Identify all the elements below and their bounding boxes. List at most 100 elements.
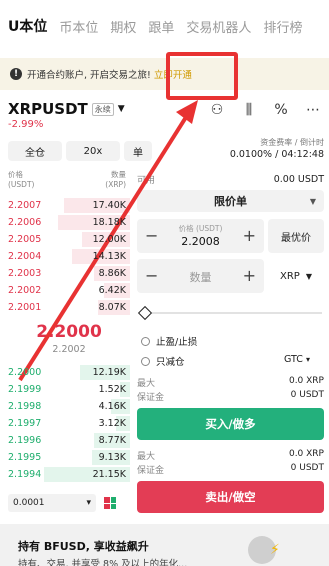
bid-price: 2.1995 xyxy=(8,452,42,463)
ask-row[interactable]: 2.2004 14.13K xyxy=(0,248,130,265)
ask-row[interactable]: 2.2003 8.86K xyxy=(0,265,130,282)
tab-options[interactable]: 期权 xyxy=(110,17,136,36)
available-label: 可用 xyxy=(137,175,156,186)
tab-leaderboard[interactable]: 排行榜 xyxy=(263,17,302,36)
buy-margin-value: 0 USDT xyxy=(290,390,324,400)
sell-max-row: 最大 0.0 XRP xyxy=(137,449,324,462)
promo-banner[interactable]: 持有 BFUSD, 享收益飙升 持有、交易, 并享受 8% 及以上的年化... … xyxy=(0,524,329,566)
sell-short-button[interactable]: 卖出/做空 xyxy=(137,481,324,513)
copy-trade-icon[interactable]: ⚇ xyxy=(208,102,226,118)
ask-price: 2.2004 xyxy=(8,251,42,262)
funding-rate: 资金费率 / 倒计时 0.0100% / 04:12:48 xyxy=(214,137,324,161)
price-input[interactable]: − 价格 (USDT) 2.2008 + xyxy=(137,219,264,253)
ask-qty: 6.42K xyxy=(98,285,126,296)
bid-qty: 8.77K xyxy=(98,435,126,446)
ask-row[interactable]: 2.2006 18.18K xyxy=(0,214,130,231)
precision-select[interactable]: 0.0001 ▾ xyxy=(8,494,96,512)
slider-track xyxy=(144,312,322,314)
position-mode-button[interactable]: 单 xyxy=(124,141,152,161)
bid-price: 2.1999 xyxy=(8,384,42,395)
tab-bots[interactable]: 交易机器人 xyxy=(186,17,251,36)
ask-row[interactable]: 2.2002 6.42K xyxy=(0,282,130,299)
sell-margin-value: 0 USDT xyxy=(290,463,324,473)
price-increase-button[interactable]: + xyxy=(243,226,256,245)
price-header: 价格 xyxy=(8,170,23,179)
bid-row[interactable]: 2.1998 4.16K xyxy=(0,398,130,415)
tp-sl-label: 止盈/止损 xyxy=(156,337,198,348)
ask-price: 2.2007 xyxy=(8,200,42,211)
tab-copy[interactable]: 跟单 xyxy=(148,17,174,36)
qty-unit-value: XRP xyxy=(280,270,300,282)
orderbook-footer: 0.0001 ▾ xyxy=(8,494,126,512)
bid-price: 2.1996 xyxy=(8,435,42,446)
chevron-down-icon: ▼ xyxy=(117,104,125,114)
info-icon: ! xyxy=(10,68,22,80)
chevron-down-icon: ▼ xyxy=(305,271,312,281)
ask-price: 2.2003 xyxy=(8,268,42,279)
promo-subtitle: 持有、交易, 并享受 8% 及以上的年化... xyxy=(18,559,188,566)
sell-max-label: 最大 xyxy=(137,452,156,462)
leverage-button[interactable]: 20x xyxy=(66,141,120,161)
bid-row[interactable]: 2.1994 21.15K xyxy=(0,466,130,483)
pair-selector[interactable]: XRPUSDT 永续 ▼ xyxy=(8,100,125,118)
bid-price: 2.2000 xyxy=(8,367,42,378)
order-type-select[interactable]: 限价单 ▼ xyxy=(137,190,324,212)
best-price-button[interactable]: 最优价 xyxy=(268,219,324,253)
candlestick-icon[interactable]: ⫼ xyxy=(240,102,258,118)
bid-row[interactable]: 2.2000 12.19K xyxy=(0,364,130,381)
bid-qty: 1.52K xyxy=(98,384,126,395)
open-account-notice: ! 开通合约账户, 开启交易之旅! 立即开通 xyxy=(0,58,329,90)
slider-knob[interactable] xyxy=(137,305,153,321)
bid-price: 2.1998 xyxy=(8,401,42,412)
qty-increase-button[interactable]: + xyxy=(243,266,256,285)
available-value: 0.00 USDT xyxy=(273,173,324,185)
quantity-input[interactable]: − 数量 + xyxy=(137,259,264,293)
margin-mode-button[interactable]: 全仓 xyxy=(8,141,62,161)
order-type-value: 限价单 xyxy=(214,195,247,208)
orderbook-header: 价格 (USDT) 数量 (XRP) xyxy=(8,170,126,190)
highlight-box xyxy=(166,52,238,100)
ask-row[interactable]: 2.2007 17.40K xyxy=(0,197,130,214)
more-icon[interactable]: ⋯ xyxy=(304,102,322,118)
bid-row[interactable]: 2.1997 3.12K xyxy=(0,415,130,432)
qty-unit-select[interactable]: XRP ▼ xyxy=(268,259,324,293)
promo-title: 持有 BFUSD, 享收益飙升 xyxy=(18,540,149,553)
bid-row[interactable]: 2.1996 8.77K xyxy=(0,432,130,449)
depth-layout-icon[interactable] xyxy=(104,497,116,509)
ask-row[interactable]: 2.2001 8.07K xyxy=(0,299,130,316)
bid-price: 2.1994 xyxy=(8,469,42,480)
tab-coinm[interactable]: 币本位 xyxy=(59,17,98,36)
percent-icon[interactable]: % xyxy=(272,102,290,118)
bid-row[interactable]: 2.1995 9.13K xyxy=(0,449,130,466)
buy-max-label: 最大 xyxy=(137,379,156,389)
ask-row[interactable]: 2.2005 12.00K xyxy=(0,231,130,248)
last-price: 2.2000 xyxy=(36,322,102,342)
reduce-only-checkbox[interactable]: 只减仓 xyxy=(141,354,185,368)
bid-qty: 3.12K xyxy=(98,418,126,429)
buy-margin-label: 保证金 xyxy=(137,393,165,403)
bid-qty: 9.13K xyxy=(98,452,126,463)
bid-row[interactable]: 2.1999 1.52K xyxy=(0,381,130,398)
buy-long-button[interactable]: 买入/做多 xyxy=(137,408,324,440)
time-in-force-select[interactable]: GTC ▾ xyxy=(284,354,310,365)
ask-price: 2.2002 xyxy=(8,285,42,296)
checkbox-circle xyxy=(141,356,150,366)
quantity-slider[interactable] xyxy=(137,305,322,321)
ask-qty: 8.07K xyxy=(98,302,126,313)
funding-value: 0.0100% / 04:12:48 xyxy=(229,149,324,160)
bid-qty: 12.19K xyxy=(92,367,126,378)
sell-margin-label: 保证金 xyxy=(137,466,165,476)
bid-qty: 4.16K xyxy=(98,401,126,412)
ask-price: 2.2006 xyxy=(8,217,42,228)
pair-symbol: XRPUSDT xyxy=(8,100,88,118)
perpetual-badge: 永续 xyxy=(91,102,114,116)
ask-qty: 12.00K xyxy=(92,234,126,245)
tp-sl-checkbox[interactable]: 止盈/止损 xyxy=(141,334,197,348)
tab-usdm[interactable]: U本位 xyxy=(8,16,47,36)
arrow-head xyxy=(176,100,198,124)
funding-label: 资金费率 / 倒计时 xyxy=(260,138,324,147)
ask-price: 2.2001 xyxy=(8,302,42,313)
available-balance: 可用 0.00 USDT xyxy=(137,170,324,188)
tif-value: GTC xyxy=(284,354,303,365)
buy-max-row: 最大 0.0 XRP xyxy=(137,376,324,389)
